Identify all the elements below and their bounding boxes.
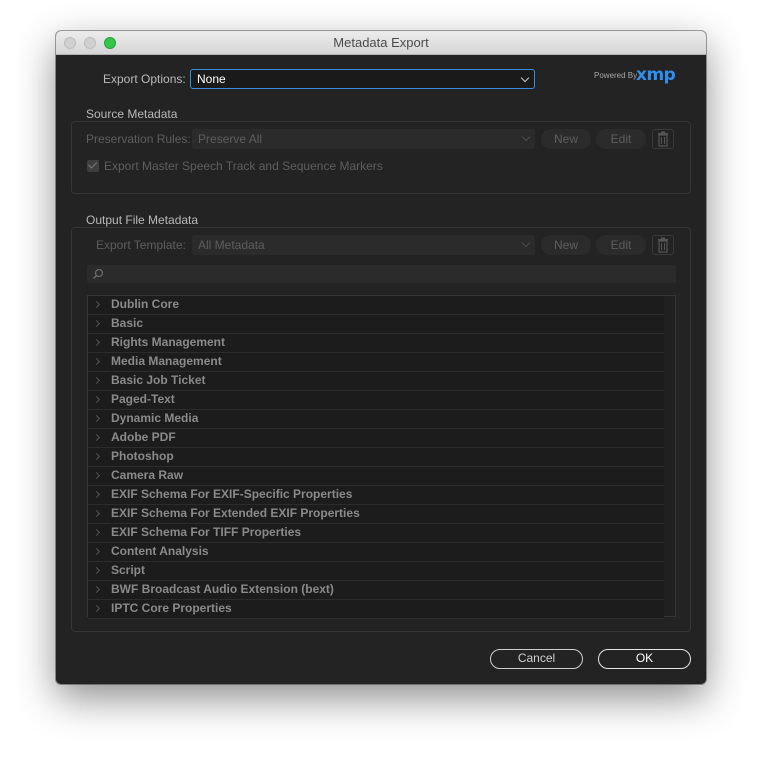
schema-list-scrollbar[interactable] (663, 296, 675, 616)
checkmark-icon (87, 159, 98, 169)
export-speech-markers-label: Export Master Speech Track and Sequence … (104, 159, 383, 173)
schema-row-label: Paged-Text (111, 392, 175, 406)
schema-row-label: Photoshop (111, 449, 174, 463)
preservation-delete-button[interactable] (652, 129, 674, 149)
preservation-rules-label: Preservation Rules: (86, 132, 191, 146)
export-options-select[interactable]: None (190, 69, 535, 89)
preservation-rules-select[interactable]: Preserve All (192, 129, 535, 149)
template-edit-button[interactable]: Edit (596, 235, 646, 255)
chevron-right-icon[interactable] (92, 338, 101, 347)
chevron-right-icon[interactable] (92, 300, 101, 309)
preservation-edit-button[interactable]: Edit (596, 129, 646, 149)
schema-row[interactable]: IPTC Core Properties (88, 600, 664, 619)
xmp-logo: xmp (636, 65, 676, 85)
window-title: Metadata Export (333, 35, 429, 50)
cancel-button[interactable]: Cancel (490, 649, 583, 669)
schema-row-label: IPTC Core Properties (111, 601, 232, 615)
schema-row[interactable]: Basic (88, 315, 664, 334)
schema-row-label: Adobe PDF (111, 430, 176, 444)
export-options-label: Export Options: (103, 72, 186, 86)
schema-row-label: EXIF Schema For Extended EXIF Properties (111, 506, 360, 520)
chevron-right-icon[interactable] (92, 604, 101, 613)
export-options-value: None (197, 72, 226, 86)
search-icon (92, 268, 104, 280)
title-bar[interactable]: Metadata Export (56, 31, 706, 55)
schema-row[interactable]: Rights Management (88, 334, 664, 353)
schema-row[interactable]: Photoshop (88, 448, 664, 467)
template-new-button[interactable]: New (541, 235, 591, 255)
schema-row-label: Dynamic Media (111, 411, 199, 425)
chevron-down-icon (520, 73, 530, 83)
source-metadata-title: Source Metadata (83, 107, 181, 121)
schema-row[interactable]: Script (88, 562, 664, 581)
chevron-right-icon[interactable] (92, 585, 101, 594)
chevron-right-icon[interactable] (92, 509, 101, 518)
schema-row-label: Basic Job Ticket (111, 373, 206, 387)
export-template-label: Export Template: (96, 238, 186, 252)
xmp-branding: Powered By xmp (594, 65, 684, 85)
schema-row-label: Basic (111, 316, 144, 330)
schema-row-label: Camera Raw (111, 468, 184, 482)
chevron-right-icon[interactable] (92, 528, 101, 537)
metadata-export-dialog: Metadata Export Export Options: None Pow… (56, 31, 706, 684)
chevron-right-icon[interactable] (92, 566, 101, 575)
schema-row[interactable]: BWF Broadcast Audio Extension (bext) (88, 581, 664, 600)
export-speech-markers-checkbox[interactable] (87, 159, 99, 172)
schema-row[interactable]: Basic Job Ticket (88, 372, 664, 391)
schema-row-label: Media Management (111, 354, 222, 368)
schema-row[interactable]: Media Management (88, 353, 664, 372)
schema-row-label: BWF Broadcast Audio Extension (bext) (111, 582, 334, 596)
chevron-right-icon[interactable] (92, 357, 101, 366)
chevron-down-icon (521, 238, 531, 248)
chevron-right-icon[interactable] (92, 414, 101, 423)
ok-button[interactable]: OK (598, 649, 691, 669)
chevron-right-icon[interactable] (92, 433, 101, 442)
schema-row-label: EXIF Schema For EXIF-Specific Properties (111, 487, 353, 501)
schema-row-label: EXIF Schema For TIFF Properties (111, 525, 302, 539)
export-template-value: All Metadata (198, 238, 265, 252)
chevron-right-icon[interactable] (92, 547, 101, 556)
schema-row[interactable]: EXIF Schema For TIFF Properties (88, 524, 664, 543)
output-metadata-title: Output File Metadata (83, 213, 202, 227)
schema-row[interactable]: EXIF Schema For Extended EXIF Properties (88, 505, 664, 524)
chevron-right-icon[interactable] (92, 319, 101, 328)
schema-row[interactable]: Content Analysis (88, 543, 664, 562)
schema-row-label: Rights Management (111, 335, 226, 349)
trash-icon (658, 237, 668, 253)
preservation-new-button[interactable]: New (541, 129, 591, 149)
powered-by-text: Powered By (594, 71, 638, 80)
chevron-down-icon (521, 132, 531, 142)
chevron-right-icon[interactable] (92, 490, 101, 499)
metadata-search-input[interactable] (87, 265, 676, 283)
schema-row[interactable]: Paged-Text (88, 391, 664, 410)
chevron-right-icon[interactable] (92, 376, 101, 385)
schema-row[interactable]: Camera Raw (88, 467, 664, 486)
schema-list[interactable]: Dublin Core Basic Rights Management Media M… (87, 295, 676, 619)
schema-row[interactable]: Dynamic Media (88, 410, 664, 429)
schema-row[interactable]: Dublin Core (88, 296, 664, 315)
schema-row-label: Script (111, 563, 146, 577)
schema-row[interactable]: EXIF Schema For EXIF-Specific Properties (88, 486, 664, 505)
chevron-right-icon[interactable] (92, 395, 101, 404)
schema-row[interactable]: Adobe PDF (88, 429, 664, 448)
chevron-right-icon[interactable] (92, 452, 101, 461)
schema-row-label: Dublin Core (111, 297, 179, 311)
schema-row-label: Content Analysis (111, 544, 209, 558)
template-delete-button[interactable] (652, 235, 674, 255)
preservation-rules-value: Preserve All (198, 132, 263, 146)
trash-icon (658, 131, 668, 147)
export-template-select[interactable]: All Metadata (192, 235, 535, 255)
chevron-right-icon[interactable] (92, 471, 101, 480)
